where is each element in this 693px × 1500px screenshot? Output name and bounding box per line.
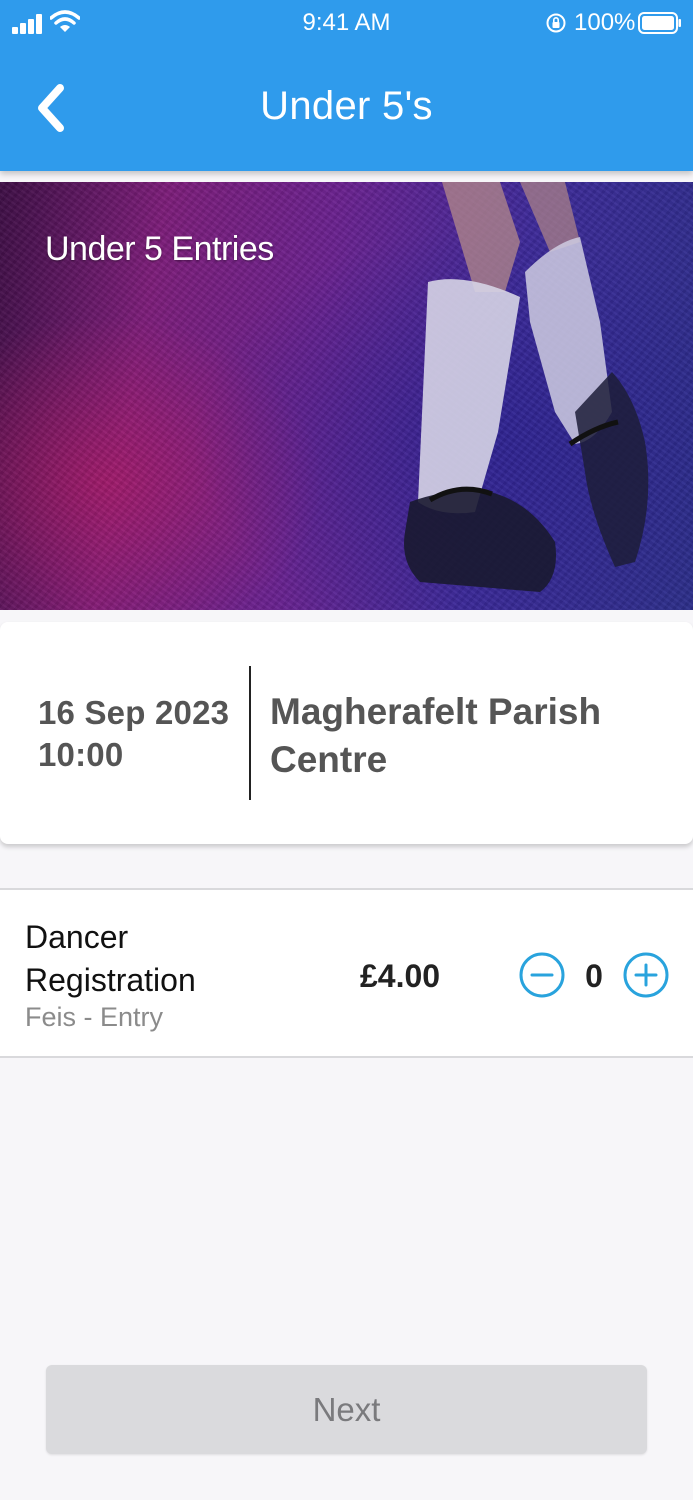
event-banner-image: Under 5 Entries [0, 182, 693, 610]
minus-circle-icon[interactable] [519, 952, 565, 998]
status-bar: 9:41 AM 100% [0, 0, 693, 48]
event-time: 10:00 [38, 736, 124, 773]
battery-icon [638, 12, 681, 34]
banner-title: Under 5 Entries [45, 230, 274, 268]
ticket-name: Dancer Registration [25, 919, 196, 998]
page-title: Under 5's [260, 84, 433, 128]
app-header: 9:41 AM 100% Under 5's [0, 0, 693, 171]
orientation-lock-icon [546, 13, 566, 33]
ticket-category: Feis - Entry [25, 1002, 164, 1032]
event-venue: Magherafelt Parish Centre [270, 691, 602, 780]
next-button[interactable]: Next [46, 1365, 647, 1454]
battery-percent: 100% [574, 9, 636, 36]
info-divider [249, 666, 251, 800]
ticket-price: £4.00 [360, 958, 441, 994]
event-info-card: 16 Sep 2023 10:00 Magherafelt Parish Cen… [0, 622, 693, 844]
ticket-row: Dancer Registration Feis - Entry £4.00 0 [0, 888, 693, 1058]
quantity-value: 0 [585, 958, 603, 994]
plus-circle-icon[interactable] [623, 952, 669, 998]
dancer-legs-illustration [404, 182, 649, 592]
event-date: 16 Sep 2023 [38, 694, 230, 731]
